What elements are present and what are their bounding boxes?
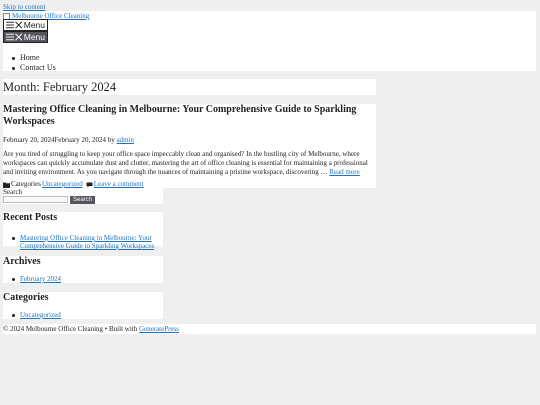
archives-title: Archives [3, 256, 41, 267]
menu-toggle-button[interactable]: Menu [3, 19, 48, 31]
page-title: Month: February 2024 [3, 79, 376, 95]
read-more-link[interactable]: Read more [329, 168, 360, 176]
recent-posts-widget: Recent Posts Mastering Office Cleaning i… [3, 212, 163, 250]
category-item[interactable]: Uncategorized [3, 311, 163, 319]
primary-nav: Home Contact Us [12, 53, 56, 73]
copyright-text: © 2024 Melbourne Office Cleaning • Built… [3, 325, 139, 333]
search-input[interactable] [3, 196, 68, 203]
archives-widget: Archives February 2024 [3, 256, 163, 283]
categories-title: Categories [3, 292, 49, 303]
site-header: Melbourne Office Cleaning Menu Menu Home… [3, 11, 536, 73]
menu-label: Menu [23, 20, 45, 30]
close-icon [15, 21, 23, 29]
nav-item-home[interactable]: Home [12, 53, 56, 63]
post-excerpt: Are you tired of struggling to keep your… [3, 150, 368, 176]
post-date-published: February 20, 2024 [3, 136, 55, 144]
post-article: Mastering Office Cleaning in Melbourne: … [3, 104, 376, 188]
close-icon [15, 33, 23, 41]
folder-icon [3, 182, 10, 188]
site-footer: © 2024 Melbourne Office Cleaning • Built… [3, 324, 536, 334]
menu-label: Menu [23, 32, 45, 42]
categories-widget: Categories Uncategorized [3, 292, 163, 319]
post-title: Mastering Office Cleaning in Melbourne: … [3, 104, 357, 127]
search-button[interactable]: Search [70, 196, 96, 204]
comment-icon [86, 182, 93, 188]
nav-item-contact-us[interactable]: Contact Us [12, 63, 56, 73]
archive-item[interactable]: February 2024 [3, 275, 163, 283]
post-meta: February 20, 2024February 20, 2024 by ad… [3, 136, 134, 145]
post-date-updated: February 20, 2024 [54, 136, 107, 144]
post-author-link[interactable]: admin [117, 136, 135, 144]
builder-link[interactable]: GeneratePress [139, 325, 179, 333]
recent-post-item[interactable]: Mastering Office Cleaning in Melbourne: … [3, 234, 163, 250]
post-by-label: by [107, 136, 115, 144]
recent-posts-title: Recent Posts [3, 212, 58, 223]
menu-toggle-button-active[interactable]: Menu [3, 31, 48, 43]
hamburger-icon [6, 21, 15, 29]
hamburger-icon [6, 33, 15, 41]
